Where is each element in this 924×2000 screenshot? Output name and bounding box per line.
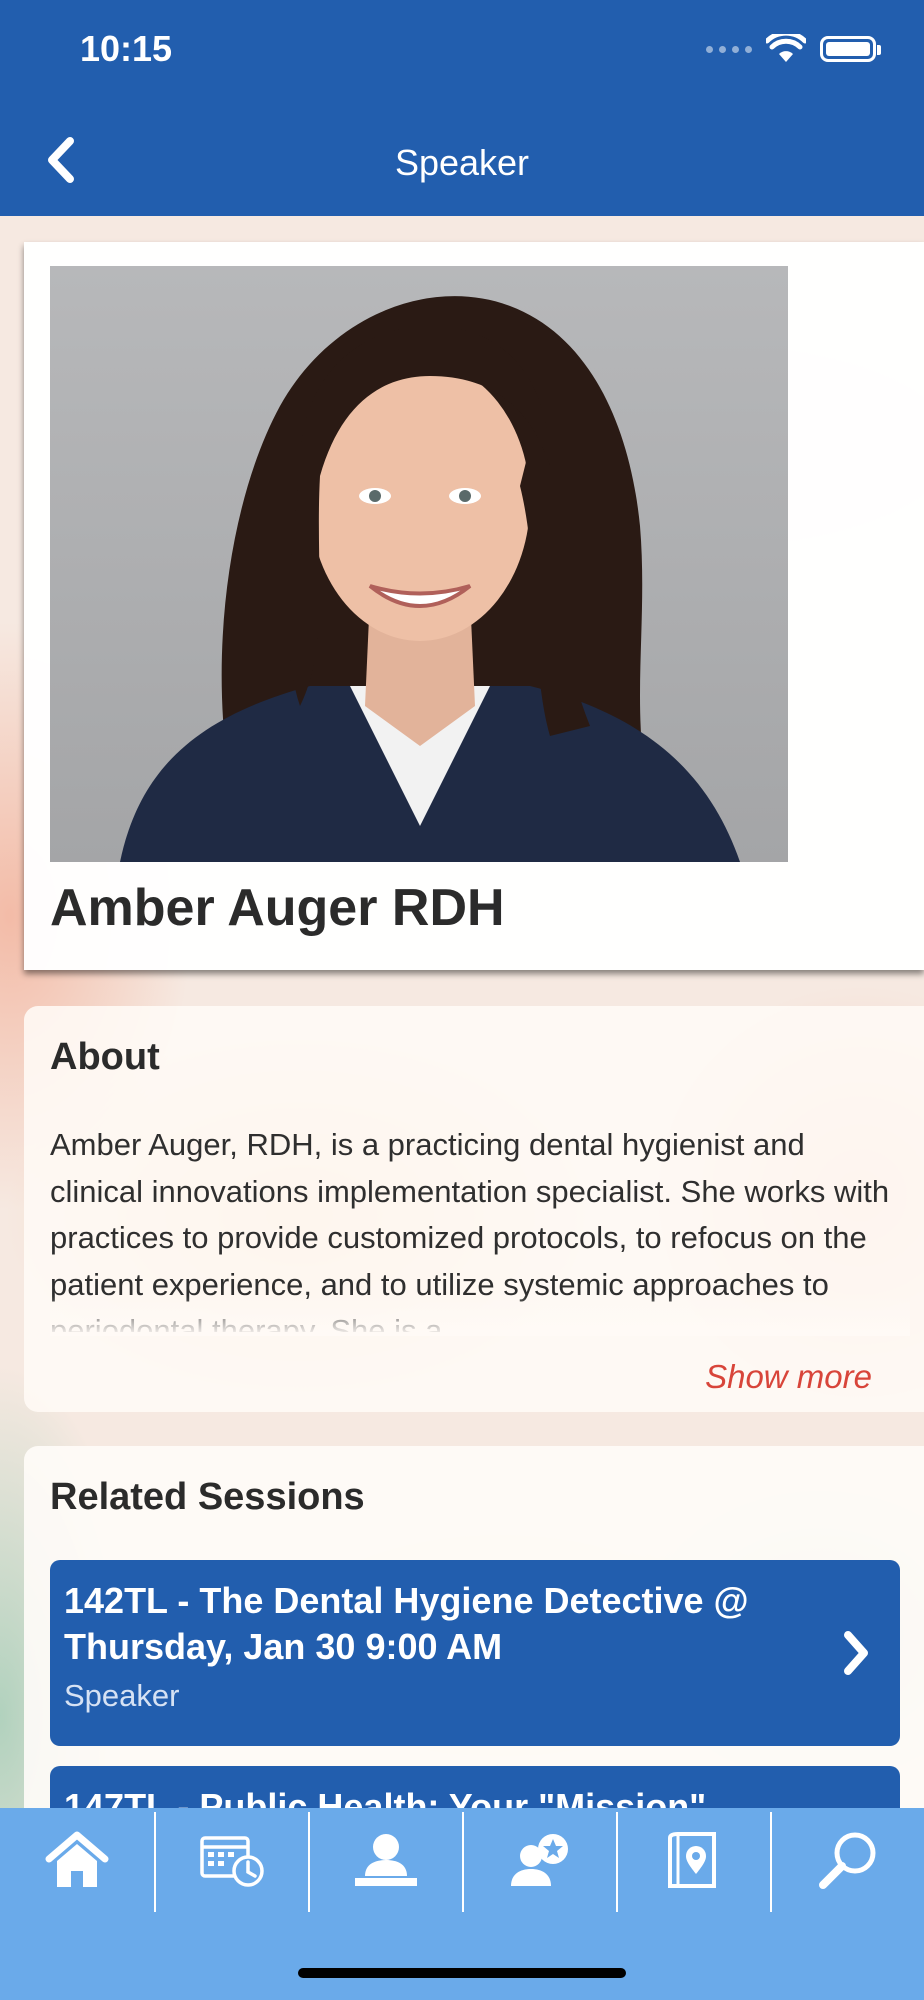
speakers-icon (355, 1834, 417, 1886)
tab-home[interactable] (0, 1808, 154, 1912)
navigation-bar: 10:15 Speaker (0, 0, 924, 216)
speaker-name: Amber Auger RDH (50, 879, 505, 937)
tab-map[interactable] (617, 1808, 771, 1912)
battery-icon (820, 36, 881, 62)
map-icon (668, 1832, 716, 1888)
tab-schedule[interactable] (155, 1808, 309, 1912)
about-title: About (50, 1036, 160, 1078)
tab-search[interactable] (771, 1808, 924, 1912)
home-icon (45, 1831, 109, 1887)
tab-speakers[interactable] (309, 1808, 463, 1912)
status-icons (706, 34, 881, 64)
search-icon (819, 1832, 876, 1889)
session-item[interactable]: 142TL - The Dental Hygiene Detective @ T… (50, 1560, 900, 1746)
signal-icon (706, 45, 752, 53)
tab-favorite-speakers[interactable] (463, 1808, 617, 1912)
chevron-right-icon (844, 1631, 868, 1675)
page-title: Speaker (394, 142, 530, 183)
related-sessions-title: Related Sessions (50, 1476, 365, 1518)
schedule-icon (200, 1836, 264, 1887)
about-text-fade (50, 1296, 910, 1336)
speaker-photo (50, 266, 788, 862)
speaker-card: Amber Auger RDH (24, 242, 924, 970)
favorite-speakers-icon (511, 1834, 568, 1886)
related-sessions-card: Related Sessions 142TL - The Dental Hygi… (24, 1446, 924, 1886)
session-role: Speaker (64, 1678, 180, 1713)
home-indicator (298, 1968, 626, 1978)
show-more-link[interactable]: Show more (705, 1358, 872, 1396)
about-card: About Amber Auger, RDH, is a practicing … (24, 1006, 924, 1412)
status-time: 10:15 (80, 28, 173, 69)
wifi-icon (766, 34, 806, 62)
session-title: 142TL - The Dental Hygiene Detective @ T… (64, 1580, 749, 1667)
